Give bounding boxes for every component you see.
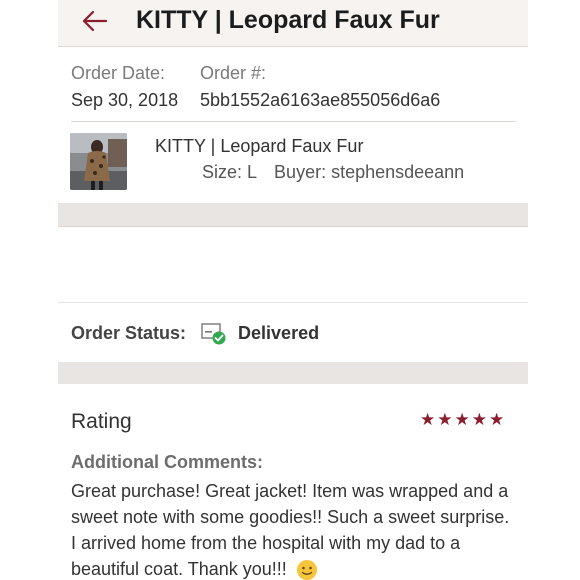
back-arrow-icon (82, 10, 108, 32)
delivered-box-icon (201, 323, 226, 345)
divider (71, 121, 516, 122)
order-date: Order Date: Sep 30, 2018 (71, 60, 178, 114)
star-icon: ★ (420, 410, 436, 429)
star-icon: ★ (437, 410, 453, 429)
order-details-panel: KITTY | Leopard Faux Fur Order Date: Sep… (58, 0, 528, 580)
item-details: Size: L Buyer: stephensdeeann (202, 162, 476, 183)
page-title: KITTY | Leopard Faux Fur (136, 6, 440, 34)
item-title[interactable]: KITTY | Leopard Faux Fur (155, 136, 363, 157)
order-status-row: Order Status: Delivered (71, 318, 319, 348)
smiley-emoji-icon (296, 560, 317, 580)
comments-block: Great purchase! Great jacket! Item was w… (71, 478, 511, 580)
star-icon: ★ (471, 410, 487, 429)
item-buyer[interactable]: Buyer: stephensdeeann (274, 162, 464, 182)
order-number: Order #: 5bb1552a6163ae855056d6a6 (200, 60, 440, 114)
section-band (58, 362, 528, 384)
divider (58, 226, 528, 227)
rating-stars: ★ ★ ★ ★ ★ (420, 410, 504, 430)
order-date-value: Sep 30, 2018 (71, 90, 179, 110)
item-photo-image (70, 133, 127, 190)
item-thumbnail[interactable] (70, 133, 127, 190)
star-icon: ★ (454, 410, 470, 429)
order-number-value: 5bb1552a6163ae855056d6a6 (200, 90, 441, 110)
comments-text: Great purchase! Great jacket! Item was w… (71, 481, 510, 579)
order-date-label: Order Date: (71, 63, 166, 83)
blank-card (58, 226, 528, 302)
order-number-label: Order #: (200, 63, 267, 83)
app-header: KITTY | Leopard Faux Fur (58, 0, 528, 47)
star-icon: ★ (489, 410, 505, 429)
back-button[interactable] (80, 6, 110, 36)
order-status-label: Order Status: (71, 322, 187, 343)
comments-label: Additional Comments: (71, 452, 263, 472)
order-status-value: Delivered (238, 322, 320, 343)
rating-label: Rating (71, 410, 132, 433)
item-size: Size: L (202, 162, 258, 182)
